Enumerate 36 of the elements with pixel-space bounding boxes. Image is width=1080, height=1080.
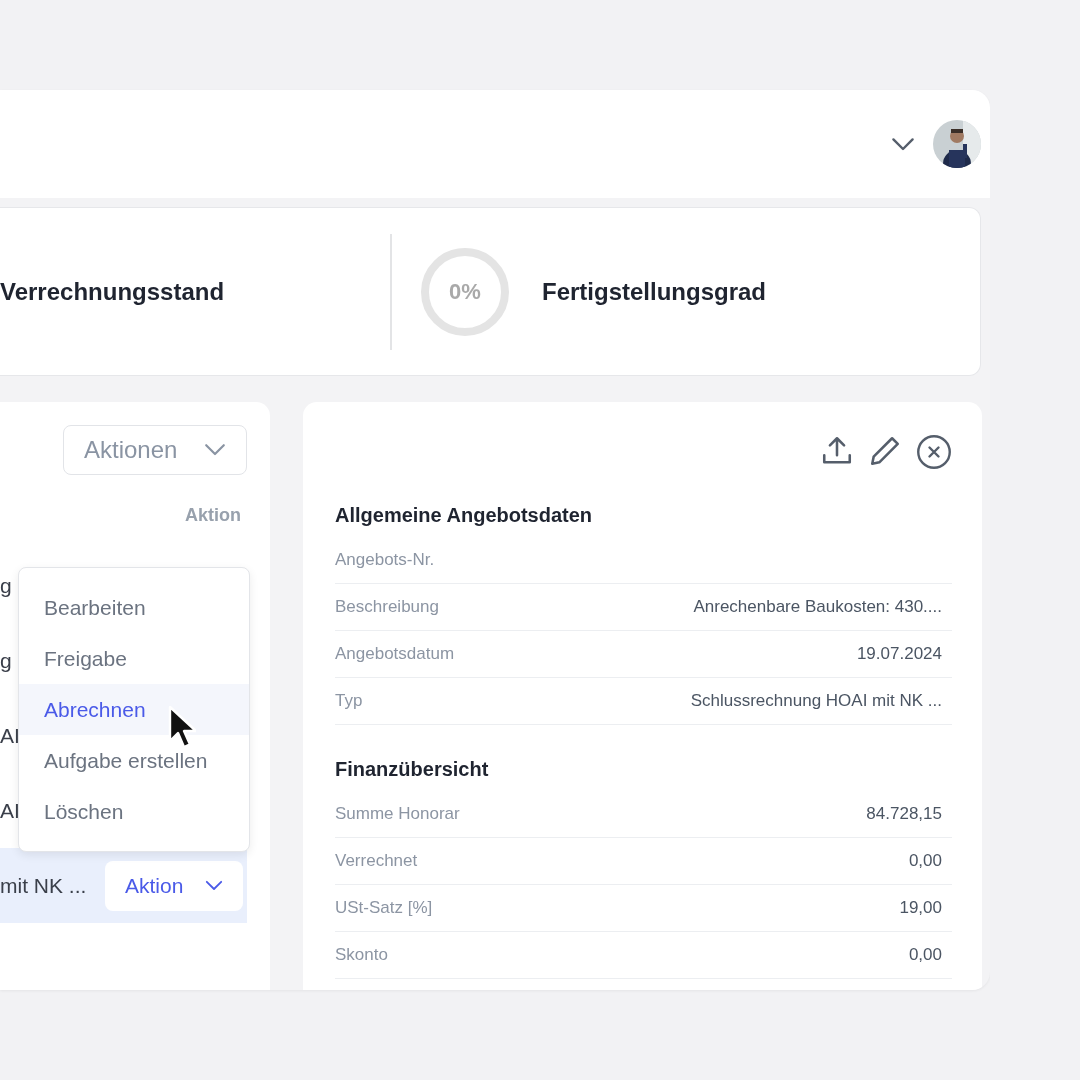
menu-item[interactable]: Löschen	[19, 786, 249, 837]
field-value: 0,00	[908, 851, 942, 871]
menu-item[interactable]: Bearbeiten	[19, 582, 249, 633]
field-value: 84.728,15	[866, 804, 942, 824]
field-label: Angebots-Nr.	[335, 550, 435, 570]
field-label: Typ	[335, 691, 363, 711]
actions-dropdown[interactable]: Aktionen	[63, 425, 247, 475]
selected-table-row[interactable]: mit NK ... Aktion	[0, 848, 247, 923]
field-value: Anrechenbare Baukosten: 430....	[693, 597, 942, 617]
column-header: Aktion	[185, 505, 241, 527]
chevron-down-icon	[891, 136, 915, 152]
billing-status-title: Verrechnungsstand	[0, 277, 225, 306]
field-label: Summe Honorar	[335, 804, 460, 824]
completion-title: Fertigstellungsgrad	[542, 277, 767, 306]
field-label: Verrechnet	[335, 851, 418, 871]
field-label: USt-Satz [%]	[335, 898, 433, 918]
field-value: 19.07.2024	[856, 644, 942, 664]
section-title: Finanzübersicht	[335, 756, 490, 782]
action-dropdown[interactable]: Aktion	[105, 860, 243, 911]
close-icon[interactable]	[916, 434, 952, 470]
section-title: Allgemeine Angebotsdaten	[335, 502, 594, 528]
menu-item[interactable]: Aufgabe erstellen	[19, 735, 249, 786]
chevron-down-icon	[204, 443, 226, 457]
menu-item[interactable]: Abrechnen	[19, 684, 249, 735]
field-value: Schlussrechnung HOAI mit NK ...	[690, 691, 942, 711]
field-label: Beschreibung	[335, 597, 439, 617]
chevron-down-icon	[205, 880, 223, 891]
menu-item[interactable]: Freigabe	[19, 633, 249, 684]
field-label: Skonto	[335, 945, 388, 965]
field-label: Angebotsdatum	[335, 644, 455, 664]
mouse-pointer-icon	[168, 705, 196, 749]
pencil-icon[interactable]	[868, 434, 902, 468]
table-cell: mit NK ...	[0, 873, 87, 898]
field-value: 19,00	[899, 898, 942, 918]
progress-percentage: 0%	[449, 280, 481, 303]
field-value: 0,00	[908, 945, 942, 965]
